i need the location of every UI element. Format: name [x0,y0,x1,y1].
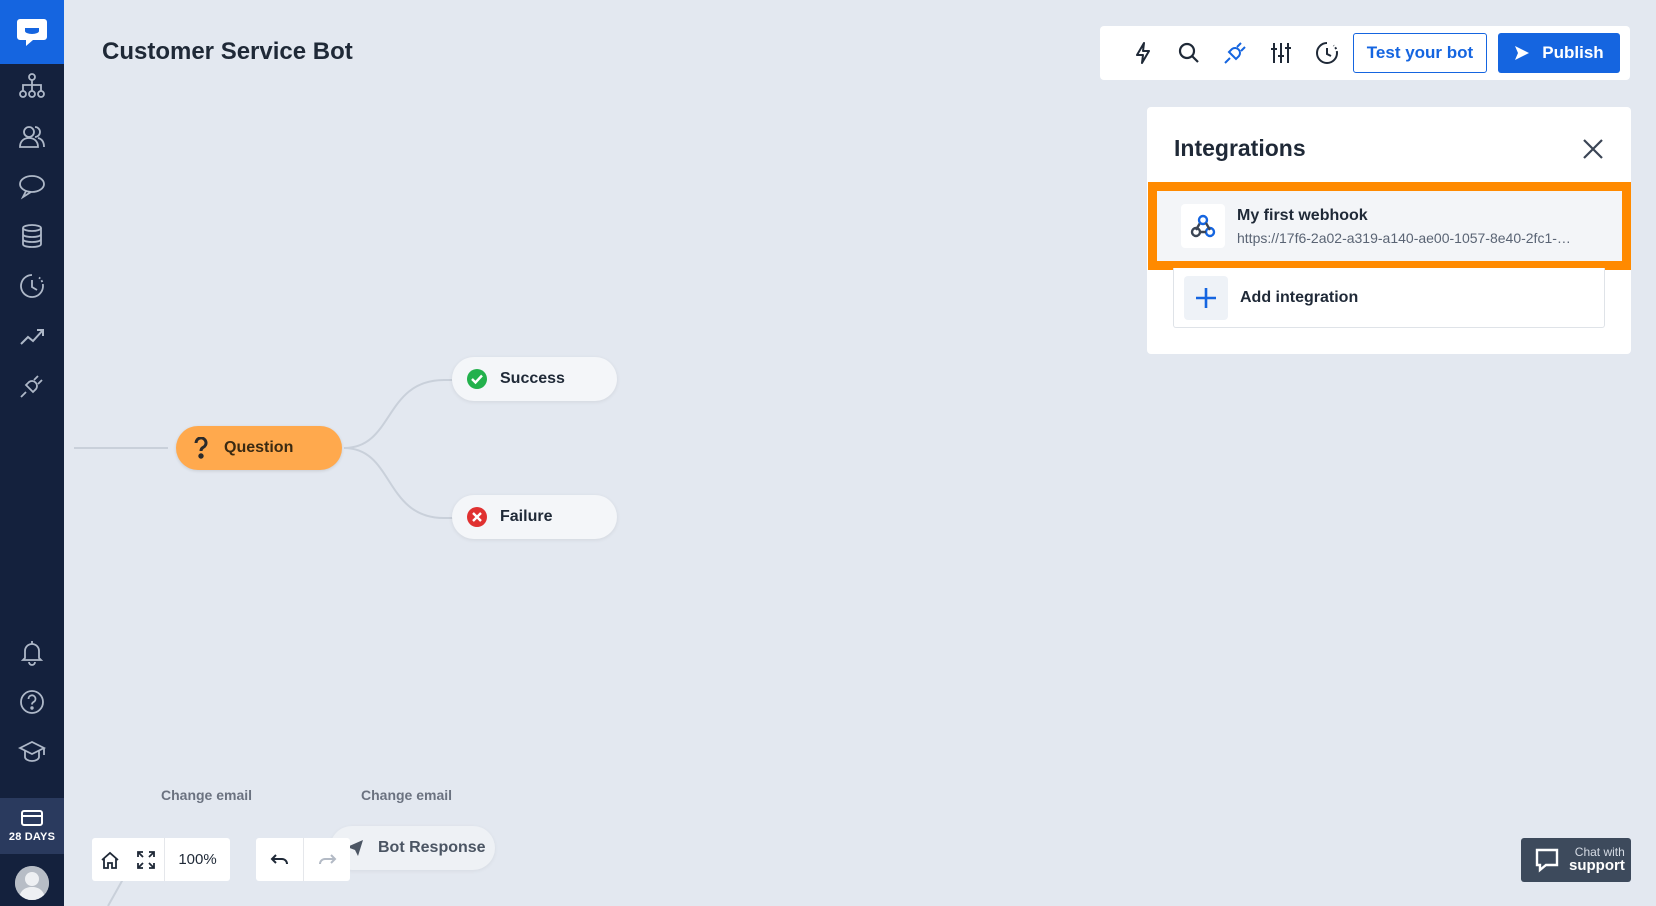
success-node-label: Success [500,370,565,387]
chat-support-icon [1535,848,1559,873]
failure-node-label: Failure [500,508,553,525]
expand-icon [137,850,155,869]
sidebar-item-analytics[interactable] [0,311,64,361]
toolbar-settings-button[interactable] [1258,30,1304,76]
lightning-icon [1136,42,1150,64]
plug-icon [1224,42,1246,64]
sidebar-item-data[interactable] [0,211,64,261]
close-icon [1583,139,1603,159]
flow-connectors [74,379,456,906]
history-icon [20,274,44,298]
sidebar-item-flows[interactable] [0,61,64,111]
sidebar-item-users[interactable] [0,111,64,161]
home-icon [101,851,119,869]
billing-card-icon [21,810,43,826]
add-integration-label: Add integration [1240,288,1359,306]
analytics-icon [20,329,44,345]
close-button[interactable] [1579,135,1607,163]
success-node[interactable]: Success [452,357,617,401]
home-button[interactable] [92,838,128,881]
sidebar-item-notifications[interactable] [0,627,64,677]
sidebar-item-history[interactable] [0,261,64,311]
academy-icon [18,740,46,762]
publish-label: Publish [1542,43,1604,62]
undo-icon [270,853,288,864]
trial-days-badge[interactable]: 28 DAYS [0,798,64,854]
redo-icon [319,853,337,864]
integrations-title: Integrations [1174,135,1306,161]
redo-button[interactable] [303,838,350,881]
fit-screen-button[interactable] [128,838,164,881]
error-circle-icon [466,506,488,528]
chat-support-button[interactable]: Chat with support [1521,838,1631,882]
test-bot-button[interactable]: Test your bot [1353,33,1487,73]
check-circle-icon [466,368,488,390]
edge-label: Change email [161,787,253,803]
undo-button[interactable] [256,838,303,881]
publish-button[interactable]: Publish [1498,33,1620,73]
sidebar-item-academy[interactable] [0,727,64,777]
toolbar-history-button[interactable] [1304,30,1350,76]
toolbar-integrations-button[interactable] [1212,30,1258,76]
bell-icon [20,641,44,666]
question-node[interactable]: Question [176,426,342,470]
user-avatar-icon [15,866,49,900]
zoom-controls: 100% [92,838,230,881]
bot-response-node[interactable]: Bot Response [330,826,495,870]
history-controls [256,838,350,881]
chat-bubble-icon [19,175,45,200]
flow-icon [19,73,45,98]
search-icon [1178,42,1199,63]
highlight-outline [1148,182,1631,270]
send-icon [1515,46,1530,60]
users-icon [19,126,45,148]
edge-label: Change email [361,787,453,803]
trial-days-label: 28 DAYS [8,831,56,843]
toolbar-events-button[interactable] [1120,30,1166,76]
chat-support-line2: support [1569,857,1625,875]
sidebar: 28 DAYS [0,0,64,906]
database-icon [22,224,42,248]
app-logo[interactable] [0,0,64,64]
bot-response-label: Bot Response [378,839,486,856]
sidebar-item-integrations[interactable] [0,361,64,411]
toolbar-search-button[interactable] [1166,30,1212,76]
top-toolbar: Test your bot Publish [1100,26,1630,80]
zoom-level[interactable]: 100% [164,838,230,881]
plug-icon [20,375,43,398]
sidebar-item-help[interactable] [0,677,64,727]
chat-logo-icon [17,19,47,46]
help-icon [20,690,44,714]
sidebar-item-chats[interactable] [0,161,64,211]
question-mark-icon [190,437,212,459]
sliders-icon [1271,43,1291,63]
failure-node[interactable]: Failure [452,495,617,539]
plus-icon-tile [1184,275,1228,320]
plus-icon [1196,287,1216,308]
question-node-label: Question [224,439,294,456]
history-icon [1316,42,1338,64]
add-integration-button[interactable]: Add integration [1173,268,1605,328]
avatar[interactable] [15,866,49,900]
